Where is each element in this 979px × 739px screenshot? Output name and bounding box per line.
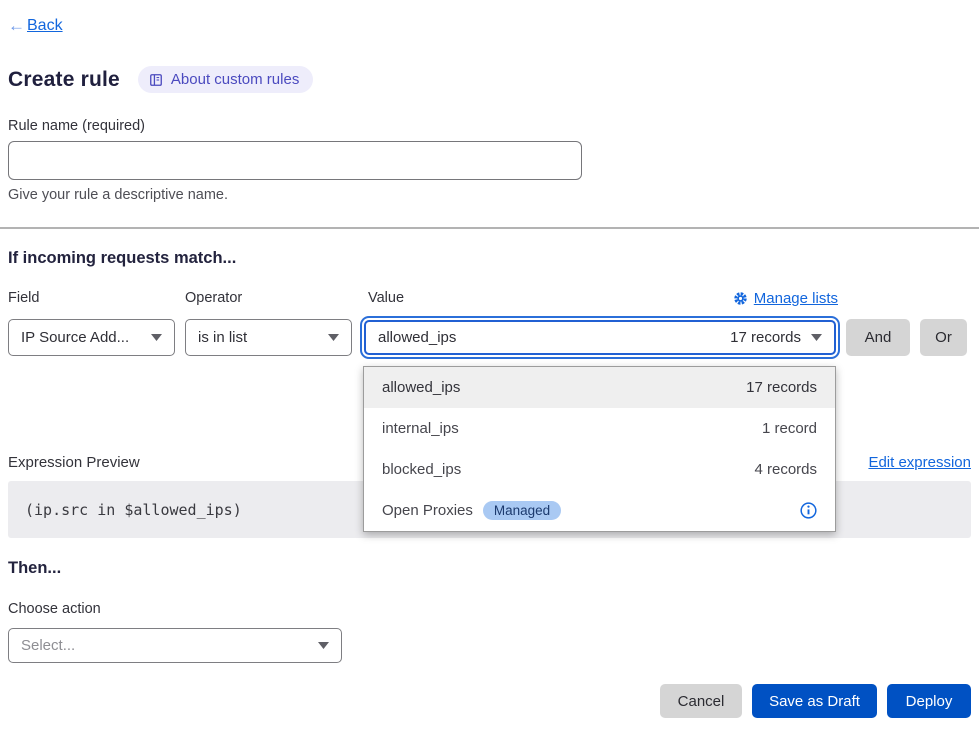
rule-name-input[interactable] [8, 141, 582, 180]
chevron-down-icon [151, 334, 162, 341]
managed-badge: Managed [483, 501, 561, 520]
save-as-draft-button[interactable]: Save as Draft [752, 684, 877, 718]
expression-preview-label: Expression Preview [8, 454, 140, 471]
value-select-records: 17 records [730, 329, 801, 346]
create-rule-page: ←Back Create rule About custom rules Rul… [0, 0, 979, 739]
left-arrow-icon: ← [8, 16, 25, 36]
value-label: Value [368, 290, 404, 306]
list-item-name: blocked_ips [382, 461, 461, 478]
field-select-value: IP Source Add... [21, 329, 129, 346]
list-item-records: 17 records [746, 379, 817, 396]
edit-expression-label: Edit expression [868, 454, 971, 471]
rule-name-label: Rule name (required) [8, 118, 145, 134]
gear-icon [733, 291, 748, 306]
back-link[interactable]: ←Back [8, 16, 63, 36]
rule-name-helper: Give your rule a descriptive name. [8, 187, 228, 203]
chevron-down-icon [811, 334, 822, 341]
or-button[interactable]: Or [920, 319, 967, 356]
operator-select-value: is in list [198, 329, 247, 346]
list-item-name: Open Proxies [382, 502, 473, 519]
book-icon [149, 73, 163, 87]
list-item-allowed-ips[interactable]: allowed_ips 17 records [364, 367, 835, 408]
edit-expression-link[interactable]: Edit expression [868, 454, 971, 471]
field-label: Field [8, 290, 39, 306]
list-item-blocked-ips[interactable]: blocked_ips 4 records [364, 449, 835, 490]
operator-label: Operator [185, 290, 242, 306]
and-button[interactable]: And [846, 319, 910, 356]
then-heading: Then... [8, 559, 61, 578]
value-select-value: allowed_ips [378, 329, 456, 346]
list-item-open-proxies[interactable]: Open Proxies Managed [364, 490, 835, 531]
manage-lists-link[interactable]: Manage lists [733, 290, 838, 307]
about-custom-rules-label: About custom rules [171, 71, 299, 88]
operator-select[interactable]: is in list [185, 319, 352, 356]
deploy-button[interactable]: Deploy [887, 684, 971, 718]
value-dropdown: allowed_ips 17 records internal_ips 1 re… [363, 366, 836, 532]
list-item-name: allowed_ips [382, 379, 460, 396]
value-select[interactable]: allowed_ips 17 records [364, 320, 836, 355]
cancel-button[interactable]: Cancel [660, 684, 742, 718]
match-heading: If incoming requests match... [8, 249, 236, 268]
list-item-internal-ips[interactable]: internal_ips 1 record [364, 408, 835, 449]
action-select-placeholder: Select... [21, 637, 75, 654]
chevron-down-icon [318, 642, 329, 649]
manage-lists-label: Manage lists [754, 290, 838, 307]
section-divider [0, 227, 979, 229]
list-item-records: 1 record [762, 420, 817, 437]
title-row: Create rule About custom rules [8, 66, 313, 93]
field-select[interactable]: IP Source Add... [8, 319, 175, 356]
page-title: Create rule [8, 68, 120, 92]
action-select[interactable]: Select... [8, 628, 342, 663]
about-custom-rules-link[interactable]: About custom rules [138, 66, 313, 93]
choose-action-label: Choose action [8, 601, 101, 617]
chevron-down-icon [328, 334, 339, 341]
list-item-records: 4 records [754, 461, 817, 478]
info-icon[interactable] [800, 502, 817, 519]
back-label: Back [27, 17, 63, 35]
list-item-name: internal_ips [382, 420, 459, 437]
expression-code: (ip.src in $allowed_ips) [25, 501, 242, 519]
